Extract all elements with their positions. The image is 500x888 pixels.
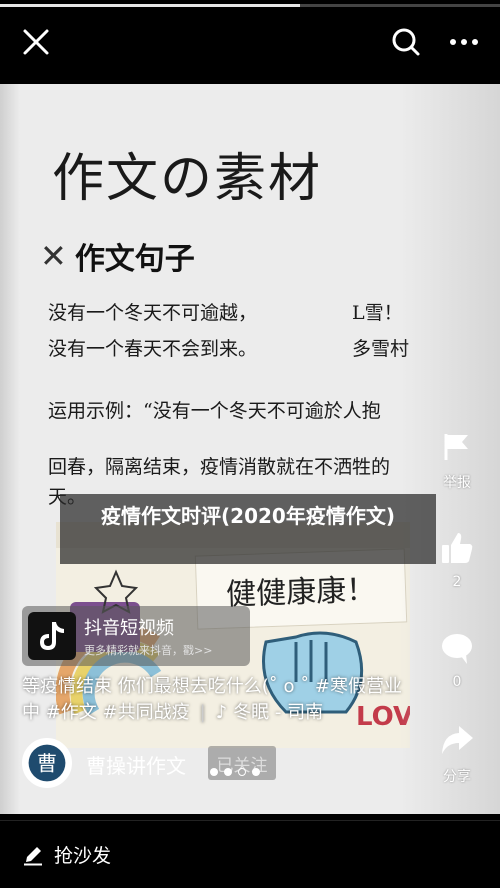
promo-subtitle: 更多精彩就来抖音，戳>> [84, 644, 213, 657]
hashtags[interactable]: 中 #作文 #共同战疫 [22, 700, 190, 726]
promo-title: 抖音短视频 [84, 618, 174, 639]
comment-bubble-icon [442, 634, 472, 664]
report-label: 举报 [443, 475, 471, 491]
avatar-char: 曹 [37, 751, 57, 775]
comment-button[interactable]: 0 [432, 630, 482, 690]
tiktok-logo-icon [28, 612, 76, 660]
music-note-icon: ♪ [215, 702, 228, 723]
promo-card[interactable]: 抖音短视频 更多精彩就来抖音，戳>> [22, 606, 250, 666]
document-line: 回春，隔离结束，疫情消散就在不洒牲的 [48, 456, 391, 478]
top-bar [0, 10, 500, 70]
video-caption: 疫情作文时评(2020年疫情作文) [60, 494, 436, 564]
video-description: 等疫情结束 你们最想去吃什么(˚ o ˚ #寒假营业 中 #作文 #共同战疫 |… [22, 674, 422, 726]
author-avatar[interactable]: 曹 [22, 738, 72, 788]
section-heading: ✕ 作文句子 [40, 234, 195, 278]
video-caption-text: 疫情作文时评(2020年疫情作文) [101, 504, 395, 528]
author-name[interactable]: 曹操讲作文 [86, 750, 186, 779]
thumbs-up-icon [442, 533, 473, 563]
document-line: 没有一个冬天不可逾越， [48, 302, 258, 324]
edge-shade [0, 84, 20, 814]
more-icon [450, 39, 478, 45]
document-title: 作文の素材 [52, 149, 323, 209]
close-icon [23, 29, 49, 55]
cross-mark-icon: ✕ [40, 237, 67, 275]
search-icon [392, 28, 420, 56]
pagination-dots [210, 768, 260, 776]
more-button[interactable] [442, 20, 486, 64]
comment-input[interactable]: 抢沙发 [22, 841, 111, 868]
report-button[interactable]: 举报 [432, 430, 482, 492]
music-title[interactable]: 冬眠 - 司南 [233, 700, 323, 726]
page-dot-active [238, 768, 246, 776]
author-row: 曹 曹操讲作文 已关注 [22, 738, 322, 788]
photo-sign-text: 健健康康！ [225, 572, 377, 613]
separator: | [199, 702, 206, 723]
page-dot [224, 768, 232, 776]
section-heading-text: 作文句子 [74, 242, 195, 277]
video-progress-fill [0, 4, 300, 7]
document-line-fragment: L雪！ [352, 302, 403, 324]
document-line: 运用示例：“没有一个冬天不可逾於人抱 [48, 400, 381, 422]
like-count: 2 [452, 574, 462, 590]
comment-placeholder: 抢沙发 [54, 845, 112, 867]
page-dot [210, 768, 218, 776]
bottom-bar: 抢沙发 [0, 820, 500, 888]
search-button[interactable] [384, 20, 428, 64]
description-line: 等疫情结束 你们最想去吃什么(˚ o ˚ #寒假营业 [22, 676, 403, 697]
close-button[interactable] [14, 20, 58, 64]
description-line: 中 #作文 #共同战疫 | ♪ 冬眠 - 司南 [22, 700, 422, 726]
flag-icon [444, 434, 468, 460]
avatar-logo-icon: 曹 [24, 740, 70, 786]
video-progress-bar[interactable] [0, 4, 500, 7]
share-arrow-icon [442, 726, 473, 754]
page-dot [252, 768, 260, 776]
document-line: 没有一个春天不会到来。 [48, 338, 258, 360]
like-button[interactable]: 2 [432, 530, 482, 590]
share-label: 分享 [443, 769, 471, 785]
pencil-icon [24, 846, 42, 865]
comment-count: 0 [452, 674, 462, 690]
share-button[interactable]: 分享 [432, 722, 482, 786]
